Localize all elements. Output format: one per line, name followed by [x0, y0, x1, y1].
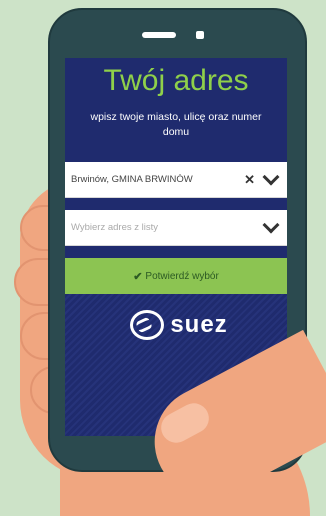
confirm-button-label: Potwierdź wybór	[145, 270, 219, 282]
confirm-button[interactable]: ✔ Potwierdź wybór	[65, 258, 287, 294]
address-select-placeholder: Wybierz adres z listy	[71, 222, 159, 233]
city-select[interactable]: Brwinów, GMINA BRWINÓW ✕	[65, 162, 287, 198]
address-select[interactable]: Wybierz adres z listy	[65, 210, 287, 246]
chevron-down-icon[interactable]	[262, 168, 280, 186]
city-select-value: Brwinów, GMINA BRWINÓW	[71, 174, 193, 185]
phone-camera	[196, 31, 204, 39]
phone-speaker	[142, 32, 176, 38]
chevron-down-icon[interactable]	[262, 216, 280, 234]
illustration: Twój adres wpisz twoje miasto, ulicę ora…	[0, 0, 326, 516]
suez-logo: suez	[109, 310, 249, 340]
check-icon: ✔	[133, 270, 143, 283]
page-subtitle: wpisz twoje miasto, ulicę oraz numer dom…	[90, 111, 262, 138]
page-title: Twój adres	[103, 64, 249, 97]
logo-text: suez	[170, 311, 228, 338]
suez-logo-icon	[130, 310, 165, 340]
close-icon[interactable]: ✕	[244, 172, 255, 188]
